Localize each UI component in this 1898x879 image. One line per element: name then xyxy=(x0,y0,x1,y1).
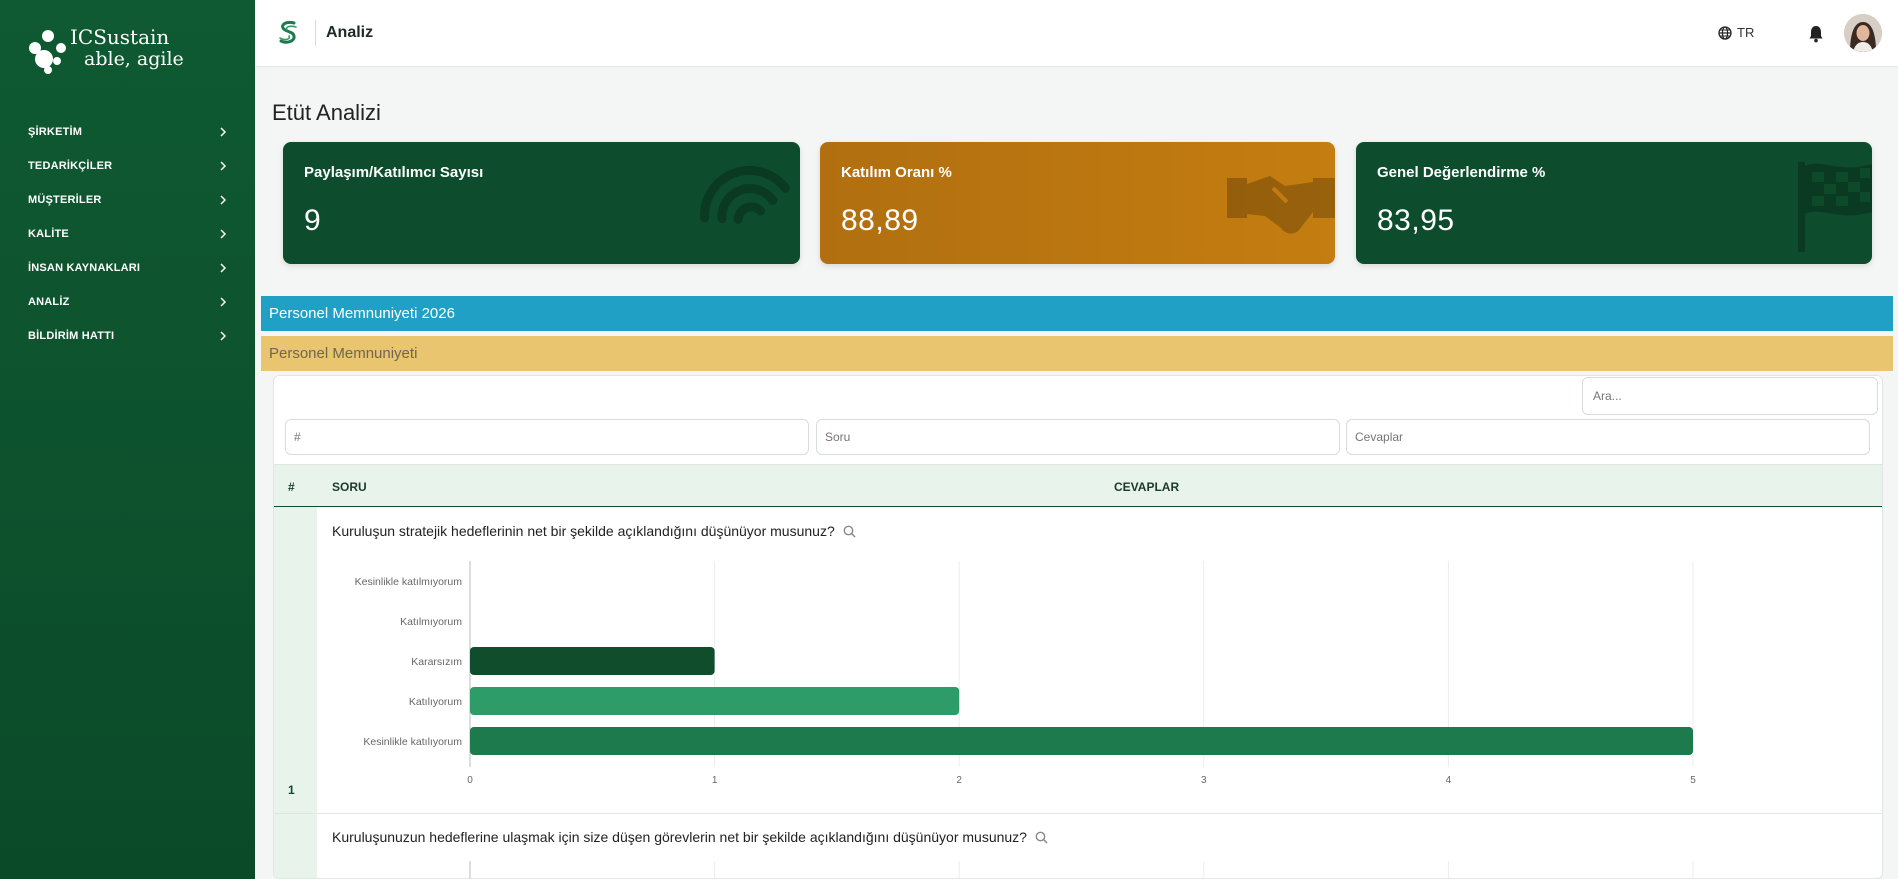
handshake-icon xyxy=(1227,176,1335,234)
chart-bar[interactable] xyxy=(470,687,960,715)
chart-x-tick-label: 1 xyxy=(712,775,718,786)
topbar: Analiz TR xyxy=(255,0,1898,67)
chevron-right-icon xyxy=(220,161,227,171)
table-row-question: Kuruluşun stratejik hedeflerinin net bir… xyxy=(332,523,856,539)
stat-card-participants: Paylaşım/Katılımcı Sayısı 9 xyxy=(283,142,800,264)
chart-x-tick-label: 3 xyxy=(1201,775,1207,786)
app-logo-icon[interactable] xyxy=(277,19,299,47)
language-selector[interactable]: TR xyxy=(1718,25,1754,40)
sidebar-item-analiz[interactable]: ANALİZ xyxy=(0,285,255,319)
stat-card-participation-rate: Katılım Oranı % 88,89 xyxy=(820,142,1335,264)
sidebar-item-tedarikciler[interactable]: TEDARİKÇİLER xyxy=(0,149,255,183)
flag-icon xyxy=(1798,162,1872,252)
chart-x-tick-label: 0 xyxy=(467,775,473,786)
chart-category-label: Kesinlikle katılıyorum xyxy=(363,736,462,748)
chart-category-label: Kesinlikle katılmıyorum xyxy=(355,576,463,588)
stat-card-value: 9 xyxy=(304,204,322,237)
user-photo xyxy=(1844,14,1882,52)
stat-card-title: Genel Değerlendirme % xyxy=(1377,164,1546,181)
chevron-right-icon xyxy=(220,263,227,273)
sidebar-item-label: TEDARİKÇİLER xyxy=(28,160,113,172)
chevron-right-icon xyxy=(220,331,227,341)
sidebar-item-kalite[interactable]: KALİTE xyxy=(0,217,255,251)
stat-card-title: Paylaşım/Katılımcı Sayısı xyxy=(304,164,484,181)
row-divider xyxy=(274,813,1882,814)
stat-card-title: Katılım Oranı % xyxy=(841,164,952,181)
sidebar-item-insan-kaynaklari[interactable]: İNSAN KAYNAKLARI xyxy=(0,251,255,285)
page-breadcrumb-title: Analiz xyxy=(326,24,374,41)
chart-category-label: Katılıyorum xyxy=(409,696,462,708)
logo-mark-icon xyxy=(29,30,66,74)
language-label: TR xyxy=(1737,25,1755,40)
search-icon[interactable] xyxy=(843,525,856,538)
sidebar-item-label: BİLDİRİM HATTI xyxy=(28,330,115,342)
filter-soru-input[interactable] xyxy=(816,419,1340,455)
topbar-divider xyxy=(315,20,316,46)
brand-line-2: able, agile xyxy=(84,48,184,70)
column-header-cevaplar[interactable]: CEVAPLAR xyxy=(1114,480,1179,494)
sidebar-item-label: MÜŞTERİLER xyxy=(28,194,102,206)
wifi-icon xyxy=(700,166,790,224)
survey-title-band[interactable]: Personel Memnuniyeti 2026 xyxy=(261,296,1893,331)
chevron-right-icon xyxy=(220,229,227,239)
sidebar-nav: ŞİRKETİM TEDARİKÇİLER MÜŞTERİLER KALİTE … xyxy=(0,115,255,353)
sidebar-item-sirketim[interactable]: ŞİRKETİM xyxy=(0,115,255,149)
chart-bar[interactable] xyxy=(470,647,715,675)
survey-category-band[interactable]: Personel Memnuniyeti xyxy=(261,336,1893,371)
row-number-column: 1 xyxy=(274,507,317,878)
analysis-table: # SORU CEVAPLAR 1 Kuruluşun stratejik he… xyxy=(273,375,1883,879)
question-text: Kuruluşunuzun hedeflerine ulaşmak için s… xyxy=(332,829,1027,845)
user-avatar[interactable] xyxy=(1844,14,1882,52)
sidebar-item-label: KALİTE xyxy=(28,228,69,240)
answers-bar-chart: 0 1 2 3 4 5 Kesinlikle katılmıyorum Katılmıyoru… xyxy=(355,561,1696,786)
chart-bar[interactable] xyxy=(470,727,1693,755)
sidebar-item-label: İNSAN KAYNAKLARI xyxy=(28,262,141,274)
sidebar-item-bildirim-hatti[interactable]: BİLDİRİM HATTI xyxy=(0,319,255,353)
question-text: Kuruluşun stratejik hedeflerinin net bir… xyxy=(332,523,835,539)
filter-num-input[interactable] xyxy=(285,419,809,455)
chevron-right-icon xyxy=(220,127,227,137)
stat-card-value: 88,89 xyxy=(841,204,919,237)
stat-card-value: 83,95 xyxy=(1377,204,1455,237)
chevron-right-icon xyxy=(220,195,227,205)
filter-cevaplar-input[interactable] xyxy=(1346,419,1870,455)
chart-x-tick-label: 4 xyxy=(1446,775,1452,786)
search-input[interactable] xyxy=(1582,377,1878,415)
globe-icon xyxy=(1718,25,1732,40)
page-title: Etüt Analizi xyxy=(272,100,381,125)
sidebar: ICSustain able, agile ŞİRKETİM TEDARİKÇİ… xyxy=(0,0,255,879)
search-icon[interactable] xyxy=(1035,831,1048,844)
chart-category-label: Katılmıyorum xyxy=(400,616,462,628)
column-header-num[interactable]: # xyxy=(288,480,295,494)
row-number: 1 xyxy=(288,783,295,797)
sidebar-item-label: ŞİRKETİM xyxy=(28,126,83,138)
chart-category-label: Kararsızım xyxy=(411,656,462,668)
stat-card-overall-rating: Genel Değerlendirme % 83,95 xyxy=(1356,142,1872,264)
answers-bar-chart-2-partial xyxy=(469,861,1694,878)
column-header-soru[interactable]: SORU xyxy=(332,480,367,494)
sidebar-item-label: ANALİZ xyxy=(28,296,70,308)
chevron-right-icon xyxy=(220,297,227,307)
sidebar-item-musteriler[interactable]: MÜŞTERİLER xyxy=(0,183,255,217)
table-row-question: Kuruluşunuzun hedeflerine ulaşmak için s… xyxy=(332,829,1048,845)
brand-name: ICSustain able, agile xyxy=(70,26,184,70)
chart-x-tick-label: 5 xyxy=(1690,775,1696,786)
notification-bell-icon[interactable] xyxy=(1808,25,1824,43)
brand-line-1: ICSustain xyxy=(70,25,170,49)
brand-logo[interactable]: ICSustain able, agile xyxy=(26,26,226,76)
chart-x-tick-label: 2 xyxy=(956,775,962,786)
table-header: # SORU CEVAPLAR xyxy=(274,464,1882,507)
